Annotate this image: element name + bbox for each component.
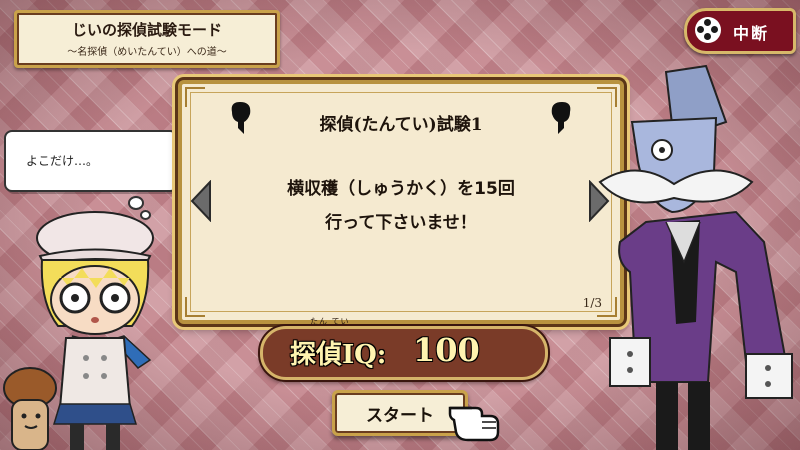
butler-character [598, 64, 793, 450]
iq-value: 100 [413, 331, 480, 369]
mode-title-plate: じいの探偵試験モード ～名探偵（めいたんてい）への道～ [14, 10, 280, 68]
arrow-left-icon[interactable] [190, 180, 212, 222]
speech-bubble-text: よこだけ…。 [26, 154, 99, 168]
game-screen: じいの探偵試験モード ～名探偵（めいたんてい）への道～ 中断 よこだけ…。 探偵… [0, 0, 800, 450]
exam-instruction-line-2: 行って下さいませ！ [325, 213, 477, 233]
exam-instruction-line-1: 横収穫（しゅうかく）を15回 [287, 179, 515, 199]
speech-bubble: よこだけ…。 [4, 130, 178, 192]
mode-title: じいの探偵試験モード [71, 21, 222, 39]
exam-title: 探偵(たんてい)試験1 [319, 115, 483, 135]
mode-subtitle: ～名探偵（めいたんてい）への道～ [67, 47, 227, 58]
iq-label: 探偵IQ: [290, 340, 387, 370]
pause-button-label: 中断 [733, 24, 770, 43]
pointing-hand-icon [448, 406, 500, 442]
exam-panel: 探偵(たんてい)試験1 横収穫（しゅうかく）を15回 行って下さいませ！ 1/3 [178, 80, 624, 324]
controller-icon [695, 17, 721, 43]
iq-ruby-text: たん てい [310, 317, 350, 326]
exam-instruction: 横収穫（しゅうかく）を15回 行って下さいませ！ [182, 172, 620, 240]
panel-corner-ornament [185, 297, 205, 317]
pause-button[interactable]: 中断 [684, 8, 796, 54]
nameko-mushroom [3, 367, 57, 450]
panel-corner-ornament [185, 87, 205, 107]
